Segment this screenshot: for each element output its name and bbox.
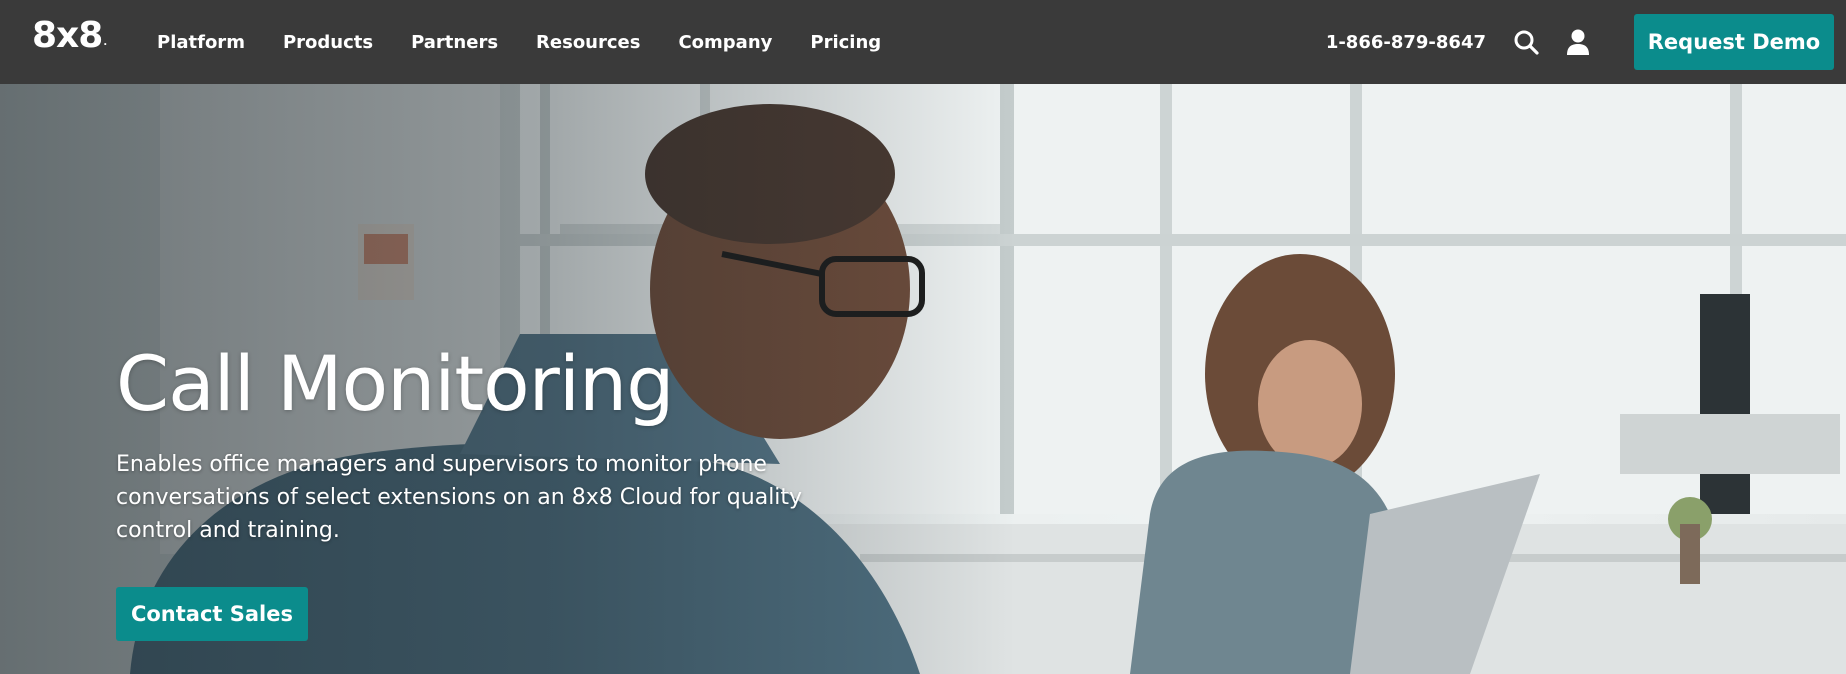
primary-nav: Platform Products Partners Resources Com…	[157, 0, 919, 84]
nav-link-company[interactable]: Company	[678, 32, 772, 53]
nav-link-products[interactable]: Products	[283, 32, 373, 53]
contact-sales-button[interactable]: Contact Sales	[116, 586, 308, 641]
logo-mark: .	[103, 37, 107, 48]
logo-text: 8x8	[32, 15, 103, 56]
phone-number-link[interactable]: 1-866-879-8647	[1326, 32, 1486, 53]
request-demo-button[interactable]: Request Demo	[1634, 14, 1834, 70]
hero-description: Enables office managers and supervisors …	[116, 451, 803, 543]
nav-link-resources[interactable]: Resources	[536, 32, 640, 53]
hero-content: Call Monitoring Enables office managers …	[116, 344, 836, 641]
account-button[interactable]	[1562, 26, 1594, 58]
hero-title: Call Monitoring	[116, 339, 674, 428]
search-icon	[1514, 30, 1539, 55]
nav-utilities: 1-866-879-8647 Request Demo	[1326, 0, 1846, 84]
user-icon	[1567, 29, 1589, 55]
nav-link-pricing[interactable]: Pricing	[810, 32, 881, 53]
brand-logo[interactable]: 8x8.	[32, 15, 107, 56]
hero-section: Call Monitoring Enables office managers …	[0, 84, 1846, 674]
search-button[interactable]	[1510, 26, 1542, 58]
nav-link-platform[interactable]: Platform	[157, 32, 245, 53]
nav-link-partners[interactable]: Partners	[411, 32, 498, 53]
top-navbar: 8x8. Platform Products Partners Resource…	[0, 0, 1846, 84]
